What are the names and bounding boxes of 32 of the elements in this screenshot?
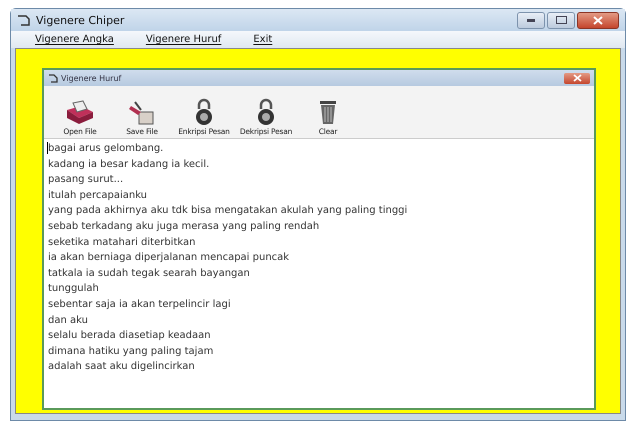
- text-line: yang pada akhirnya aku tdk bisa mengatakan akulah yang paling tinggi: [48, 204, 408, 218]
- minimize-button[interactable]: [517, 12, 545, 28]
- close-button[interactable]: [577, 12, 619, 28]
- text-line: selalu berada diasetiap keadaan: [48, 329, 212, 344]
- text-line: tunggulah: [48, 282, 100, 296]
- menu-item[interactable]: Exit: [253, 34, 272, 45]
- text-line: bagai arus gelombang.: [48, 142, 164, 156]
- window-title: Vigenere Chiper: [36, 14, 124, 26]
- menu-item[interactable]: Vigenere Huruf: [146, 34, 222, 45]
- trash-icon: [318, 98, 338, 126]
- text-line: sebentar saja ia akan terpelincir lagi: [48, 298, 232, 312]
- app-icon: [17, 14, 31, 26]
- maximize-button[interactable]: [547, 12, 575, 28]
- app-icon: [48, 74, 58, 82]
- close-icon: [593, 16, 603, 24]
- text-line: seketika matahari diterbitkan: [48, 236, 196, 250]
- text-cursor: [47, 142, 48, 154]
- text-line: sebab terkadang aku juga merasa yang paling rendah: [48, 220, 320, 234]
- close-icon: [572, 74, 582, 82]
- text-line: adalah saat aku digelincirkan: [48, 360, 196, 374]
- padlock-icon: [256, 98, 276, 126]
- text-line: dimana hatiku yang paling tajam: [48, 344, 214, 359]
- text-line: tatkala ia sudah tegak searah bayangan: [48, 266, 251, 281]
- text-line: kadang ia besar kadang ia kecil.: [48, 158, 210, 172]
- text-line: itulah percapaianku: [48, 188, 148, 203]
- text-line: pasang surut...: [48, 173, 124, 188]
- menu-item[interactable]: Vigenere Angka: [35, 34, 114, 45]
- window-title: Vigenere Huruf: [61, 74, 122, 82]
- close-button[interactable]: [564, 72, 590, 84]
- text-line: ia akan berniaga diperjalanan mencapai puncak: [48, 251, 290, 266]
- text-line: dan aku: [48, 314, 89, 328]
- padlock-icon: [194, 98, 214, 126]
